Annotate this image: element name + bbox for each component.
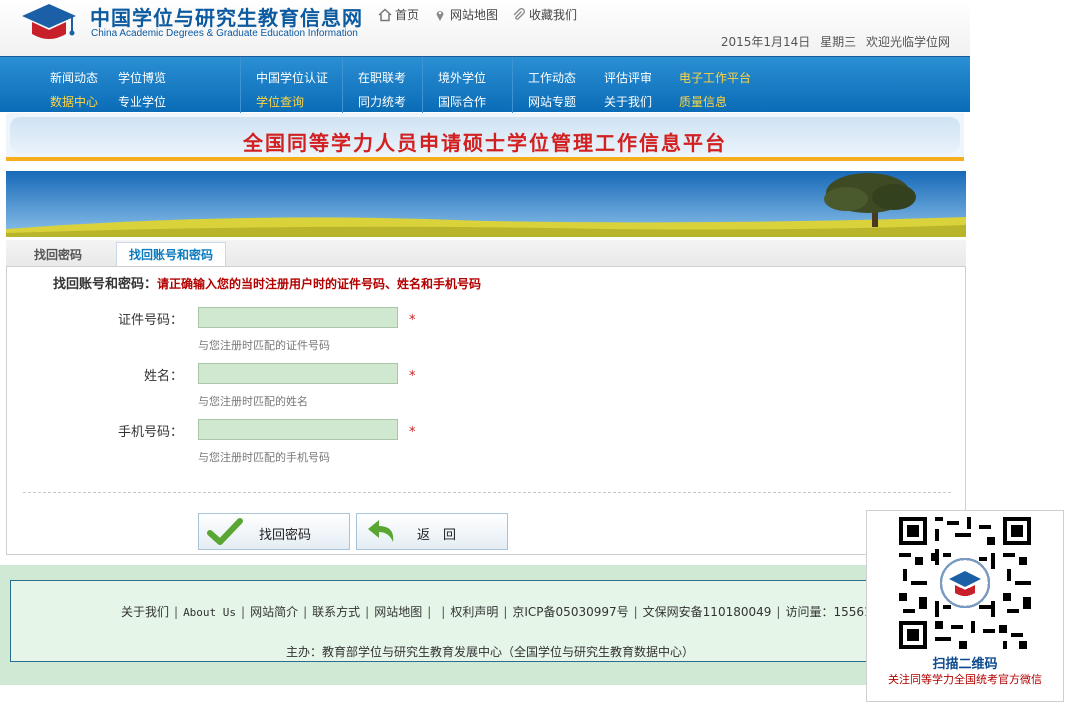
main-nav: 新闻动态 学位博览 数据中心 专业学位 中国学位认证 学位查询 在职联考 同力统…: [0, 56, 970, 113]
back-arrow-icon: [368, 520, 394, 542]
banner-title: 全国同等学力人员申请硕士学位管理工作信息平台: [243, 131, 727, 155]
tab-bar: 找回密码 找回账号和密码: [6, 240, 966, 266]
id-number-label: 证件号码：: [117, 313, 183, 328]
location-pin-icon: [436, 10, 444, 21]
landscape-banner-image: [6, 171, 966, 237]
page: 中国学位与研究生教育信息网 China Academic Degrees & G…: [0, 0, 1065, 704]
graduation-cap-logo-icon: [22, 4, 76, 39]
name-label: 姓名：: [143, 369, 183, 384]
form-heading: 找回账号和密码：请正确输入您的当时注册用户时的证件号码、姓名和手机号码: [53, 273, 481, 292]
nav-degree-cert[interactable]: 中国学位认证: [256, 69, 328, 86]
nav-group-2: 中国学位认证 学位查询: [240, 57, 342, 113]
nav-group-5: 工作动态 评估评审 电子工作平台 网站专题 关于我们 质量信息: [512, 57, 970, 113]
phone-required-mark: *: [409, 425, 416, 440]
qr-subtitle: 关注同等学力全国统考官方微信: [888, 673, 1042, 686]
phone-hint: 与您注册时匹配的手机号码: [198, 451, 330, 464]
tab-recover-password[interactable]: 找回密码: [6, 242, 110, 266]
qr-code-box: 扫描二维码 关注同等学力全国统考官方微信: [866, 510, 1064, 702]
nav-work-news[interactable]: 工作动态: [528, 69, 576, 86]
site-name-en: China Academic Degrees & Graduate Educat…: [91, 28, 358, 39]
back-button[interactable]: 返 回: [356, 513, 508, 550]
recover-password-button[interactable]: 找回密码: [198, 513, 350, 550]
phone-label: 手机号码：: [117, 425, 183, 440]
recover-password-button-label: 找回密码: [259, 528, 312, 543]
sitemap-link-label: 网站地图: [450, 8, 499, 22]
banner-inner: 全国同等学力人员申请硕士学位管理工作信息平台: [10, 117, 960, 155]
home-link-label: 首页: [395, 8, 420, 22]
phone-input[interactable]: [198, 419, 398, 440]
id-number-input[interactable]: [198, 307, 398, 328]
qr-title: 扫描二维码: [932, 657, 998, 672]
checkmark-icon: [207, 518, 243, 545]
nav-e-platform[interactable]: 电子工作平台: [679, 69, 751, 86]
back-button-label: 返 回: [417, 528, 457, 543]
welcome-text: 欢迎光临学位网: [865, 35, 950, 49]
form-divider: [23, 492, 951, 493]
nav-group-1: 新闻动态 学位博览 数据中心 专业学位: [0, 57, 240, 113]
platform-banner: 全国同等学力人员申请硕士学位管理工作信息平台: [6, 113, 964, 161]
paperclip-icon: [513, 7, 525, 20]
id-number-hint: 与您注册时匹配的证件号码: [198, 339, 330, 352]
date-welcome: 2015年1月14日 星期三 欢迎光临学位网: [715, 33, 950, 50]
nav-overseas-degree[interactable]: 境外学位: [438, 69, 486, 86]
nav-onjob-exam[interactable]: 在职联考: [358, 69, 406, 86]
current-weekday: 星期三: [820, 35, 857, 49]
nav-group-4: 境外学位 国际合作: [422, 57, 512, 113]
nav-degree-query[interactable]: 学位查询: [256, 93, 304, 110]
footer-intro-link[interactable]: 网站简介: [250, 605, 298, 619]
id-number-required-mark: *: [409, 313, 416, 328]
nav-topics[interactable]: 网站专题: [528, 93, 576, 110]
nav-intl-coop[interactable]: 国际合作: [438, 93, 486, 110]
current-date: 2015年1月14日: [720, 35, 811, 49]
footer-contact-link[interactable]: 联系方式: [312, 605, 360, 619]
nav-quality[interactable]: 质量信息: [679, 93, 727, 110]
nav-professional-degree[interactable]: 专业学位: [118, 93, 166, 110]
name-hint: 与您注册时匹配的姓名: [198, 395, 308, 408]
tab-recover-account[interactable]: 找回账号和密码: [116, 242, 226, 266]
top-links: 首页 网站地图 收藏我们: [378, 6, 577, 23]
nav-eval[interactable]: 评估评审: [604, 69, 652, 86]
footer-host: 主办：教育部学位与研究生教育发展中心（全国学位与研究生教育数据中心）: [285, 645, 694, 659]
nav-group-3: 在职联考 同力统考: [342, 57, 422, 113]
nav-degree-expo[interactable]: 学位博览: [118, 69, 166, 86]
form-instruction: 请正确输入您的当时注册用户时的证件号码、姓名和手机号码: [157, 277, 482, 291]
site-name[interactable]: 中国学位与研究生教育信息网: [90, 2, 363, 31]
name-required-mark: *: [409, 369, 416, 384]
footer-about-link[interactable]: 关于我们: [121, 605, 169, 619]
name-input[interactable]: [198, 363, 398, 384]
favorite-link[interactable]: 收藏我们: [512, 6, 577, 23]
favorite-link-label: 收藏我们: [529, 8, 578, 22]
form-heading-label: 找回账号和密码：: [53, 277, 158, 292]
footer-rights-link[interactable]: 权利声明: [450, 605, 498, 619]
home-icon: [378, 7, 392, 21]
footer-sitemap-link[interactable]: 网站地图: [374, 605, 422, 619]
site-header: 中国学位与研究生教育信息网 China Academic Degrees & G…: [0, 0, 970, 56]
footer-box: 关于我们 | About Us | 网站简介 | 联系方式 | 网站地图 | | 权利声明 | 京ICP备…: [10, 580, 970, 662]
footer-security: 文保网安备110180049: [642, 605, 772, 619]
footer-links: 关于我们 | About Us | 网站简介 | 联系方式 | 网站地图 | | 权利声明 | 京ICP备…: [121, 605, 887, 619]
nav-news[interactable]: 新闻动态: [50, 69, 98, 86]
footer-icp: 京ICP备05030997号: [512, 605, 629, 619]
home-link[interactable]: 首页: [378, 6, 419, 23]
recover-form-panel: 找回账号和密码：请正确输入您的当时注册用户时的证件号码、姓名和手机号码 证件号码…: [6, 266, 966, 555]
nav-equiv-exam[interactable]: 同力统考: [358, 93, 406, 110]
site-footer: 关于我们 | About Us | 网站简介 | 联系方式 | 网站地图 | | 权利声明 | 京ICP备…: [0, 565, 970, 685]
nav-data-center[interactable]: 数据中心: [50, 93, 98, 110]
footer-about-en-link[interactable]: About Us: [183, 606, 236, 619]
sitemap-link[interactable]: 网站地图: [433, 6, 498, 23]
nav-about[interactable]: 关于我们: [604, 93, 652, 110]
wechat-qr-code-icon: [899, 517, 1031, 649]
